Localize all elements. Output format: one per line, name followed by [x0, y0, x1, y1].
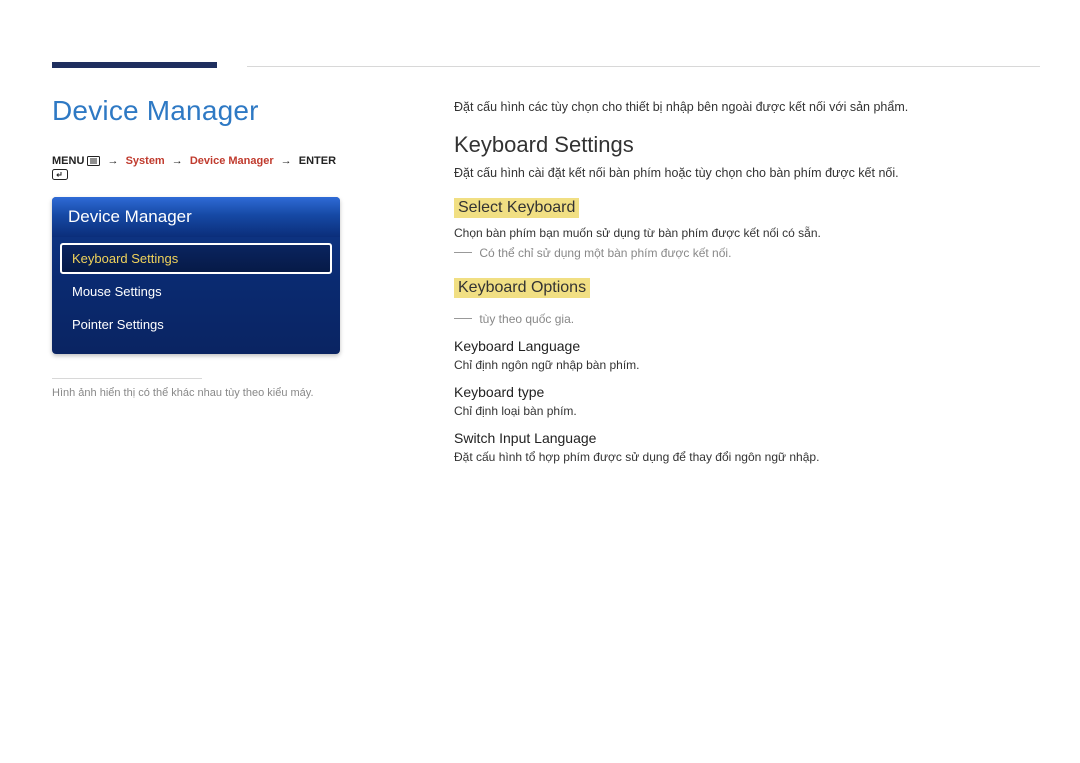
right-column: Đặt cấu hình các tùy chọn cho thiết bị n… — [454, 100, 1030, 468]
subheading-keyboard-options: Keyboard Options — [454, 278, 590, 298]
osd-item-pointer-settings[interactable]: Pointer Settings — [60, 309, 332, 340]
osd-item-mouse-settings[interactable]: Mouse Settings — [60, 276, 332, 307]
breadcrumb-arrow: → — [104, 155, 123, 167]
breadcrumb-menu-label: MENU — [52, 155, 84, 167]
section-top-marker — [52, 62, 217, 68]
breadcrumb-item: Device Manager — [190, 155, 274, 167]
left-divider — [52, 378, 202, 379]
subheading-select-keyboard: Select Keyboard — [454, 198, 579, 218]
breadcrumb-enter-label: ENTER — [299, 155, 336, 167]
option-keyboard-type-label: Keyboard type — [454, 384, 1030, 400]
osd-header: Device Manager — [52, 197, 340, 237]
enter-icon — [52, 169, 68, 183]
intro-text: Đặt cấu hình các tùy chọn cho thiết bị n… — [454, 100, 1030, 114]
manual-page: Device Manager MENU → System → Device Ma… — [0, 0, 1080, 763]
option-keyboard-type-desc: Chỉ định loại bàn phím. — [454, 404, 1030, 418]
keyboard-options-note: tùy theo quốc gia. — [454, 312, 1030, 326]
section-top-rule — [247, 66, 1040, 67]
model-image-disclaimer: Hình ảnh hiển thị có thể khác nhau tùy t… — [52, 387, 340, 399]
page-title: Device Manager — [52, 95, 340, 127]
option-keyboard-language-desc: Chỉ định ngôn ngữ nhập bàn phím. — [454, 358, 1030, 372]
option-switch-input-language-label: Switch Input Language — [454, 430, 1030, 446]
option-keyboard-language-label: Keyboard Language — [454, 338, 1030, 354]
select-keyboard-desc: Chọn bàn phím bạn muốn sử dụng từ bàn ph… — [454, 226, 1030, 240]
left-column: Device Manager MENU → System → Device Ma… — [52, 95, 340, 399]
select-keyboard-note: Có thể chỉ sử dụng một bàn phím được kết… — [454, 246, 1030, 260]
section-heading-keyboard-settings: Keyboard Settings — [454, 132, 1030, 158]
option-switch-input-language-desc: Đặt cấu hình tổ hợp phím được sử dụng để… — [454, 450, 1030, 464]
section-desc-keyboard-settings: Đặt cấu hình cài đặt kết nối bàn phím ho… — [454, 166, 1030, 180]
breadcrumb-arrow: → — [277, 155, 296, 167]
osd-body: Keyboard Settings Mouse Settings Pointer… — [52, 237, 340, 354]
osd-panel: Device Manager Keyboard Settings Mouse S… — [52, 197, 340, 354]
breadcrumb-arrow: → — [168, 155, 187, 167]
osd-item-keyboard-settings[interactable]: Keyboard Settings — [60, 243, 332, 274]
breadcrumb-item: System — [126, 155, 165, 167]
menu-icon — [87, 156, 100, 169]
breadcrumb: MENU → System → Device Manager → ENTER — [52, 155, 340, 183]
